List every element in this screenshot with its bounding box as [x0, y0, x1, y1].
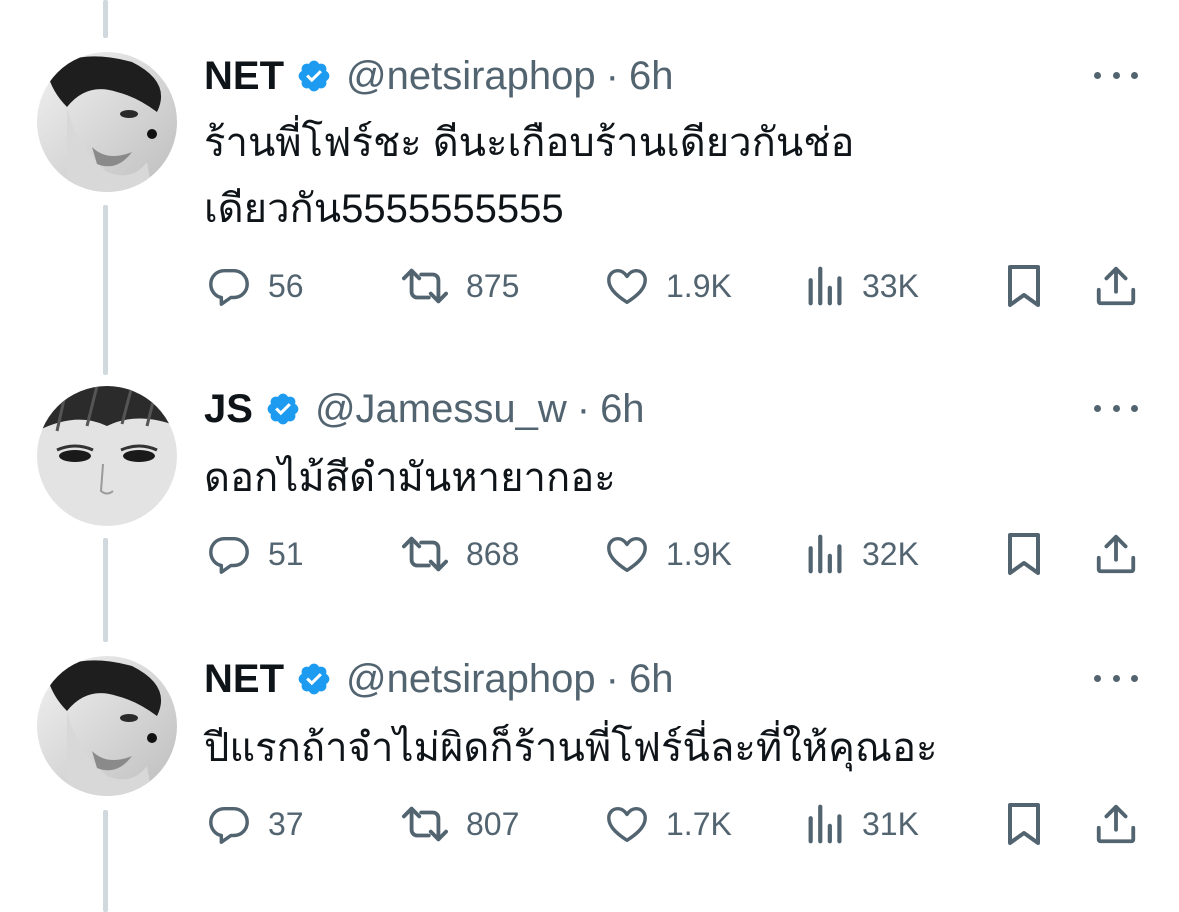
like-button[interactable]: 1.9K	[604, 526, 732, 582]
repost-icon	[400, 531, 450, 577]
avatar[interactable]	[37, 386, 177, 526]
share-icon	[1093, 263, 1139, 309]
bookmark-button[interactable]	[1004, 258, 1044, 314]
repost-icon	[400, 263, 450, 309]
avatar-photo-net	[37, 52, 177, 192]
verified-badge-icon	[265, 391, 301, 427]
views-count: 31K	[862, 805, 919, 842]
views-icon	[806, 531, 846, 577]
more-icon[interactable]	[1094, 62, 1138, 88]
bookmark-icon	[1004, 262, 1044, 310]
like-count: 1.7K	[666, 805, 732, 842]
like-icon	[604, 801, 650, 847]
views-icon	[806, 801, 846, 847]
timestamp[interactable]: 6h	[600, 381, 645, 437]
share-button[interactable]	[1093, 258, 1139, 314]
tweet-1[interactable]: NET @netsiraphop · 6h ร้านพี่โฟร์ชะ ดีนะ…	[0, 48, 1179, 318]
bookmark-button[interactable]	[1004, 526, 1044, 582]
thread-line-top	[103, 0, 108, 38]
reply-button[interactable]: 51	[206, 526, 304, 582]
verified-badge-icon	[296, 661, 332, 697]
separator-dot: ·	[576, 387, 591, 431]
avatar[interactable]	[37, 52, 177, 192]
avatar-photo-js	[37, 386, 177, 526]
views-button[interactable]: 31K	[806, 796, 919, 852]
action-bar: 51 868 1.9K 32K	[0, 526, 1179, 582]
repost-count: 875	[466, 267, 520, 304]
reply-count: 51	[268, 535, 304, 572]
timestamp[interactable]: 6h	[629, 48, 674, 104]
repost-count: 868	[466, 535, 520, 572]
tweet-text-line-1: ดอกไม้สีดำมันหายากอะ	[204, 456, 616, 500]
avatar-photo-net	[37, 656, 177, 796]
tweet-header: NET @netsiraphop · 6h	[204, 651, 673, 707]
tweet-header: JS @Jamessu_w · 6h	[204, 381, 645, 437]
repost-count: 807	[466, 805, 520, 842]
reply-icon	[206, 263, 252, 309]
like-count: 1.9K	[666, 267, 732, 304]
share-icon	[1093, 531, 1139, 577]
display-name[interactable]: NET	[204, 48, 284, 104]
user-handle[interactable]: @netsiraphop	[346, 48, 596, 104]
tweet-header: NET @netsiraphop · 6h	[204, 48, 673, 104]
more-icon[interactable]	[1094, 665, 1138, 691]
views-count: 33K	[862, 267, 919, 304]
tweet-text-line-1: ร้านพี่โฟร์ชะ ดีนะเกือบร้านเดียวกันช่อ	[204, 121, 855, 165]
views-icon	[806, 263, 846, 309]
bookmark-button[interactable]	[1004, 796, 1044, 852]
reply-icon	[206, 531, 252, 577]
repost-button[interactable]: 807	[400, 796, 519, 852]
tweet-text-line-2: เดียวกัน5555555555	[204, 187, 564, 231]
timestamp[interactable]: 6h	[629, 651, 674, 707]
avatar[interactable]	[37, 656, 177, 796]
tweet-2[interactable]: JS @Jamessu_w · 6h ดอกไม้สีดำมันหายากอะ …	[0, 381, 1179, 591]
more-icon[interactable]	[1094, 395, 1138, 421]
repost-button[interactable]: 868	[400, 526, 519, 582]
views-button[interactable]: 32K	[806, 526, 919, 582]
like-icon	[604, 531, 650, 577]
display-name[interactable]: NET	[204, 651, 284, 707]
reply-button[interactable]: 37	[206, 796, 304, 852]
tweet-3[interactable]: NET @netsiraphop · 6h ปีแรกถ้าจำไม่ผิดก็…	[0, 651, 1179, 861]
display-name[interactable]: JS	[204, 381, 253, 437]
views-button[interactable]: 33K	[806, 258, 919, 314]
action-bar: 37 807 1.7K 31K	[0, 796, 1179, 852]
separator-dot: ·	[605, 657, 619, 701]
like-button[interactable]: 1.7K	[604, 796, 732, 852]
views-count: 32K	[862, 535, 919, 572]
share-button[interactable]	[1093, 796, 1139, 852]
like-count: 1.9K	[666, 535, 732, 572]
like-button[interactable]: 1.9K	[604, 258, 732, 314]
share-button[interactable]	[1093, 526, 1139, 582]
tweet-text-line-1: ปีแรกถ้าจำไม่ผิดก็ร้านพี่โฟร์นี่ละที่ให้…	[204, 726, 938, 770]
bookmark-icon	[1004, 530, 1044, 578]
share-icon	[1093, 801, 1139, 847]
verified-badge-icon	[296, 58, 332, 94]
repost-button[interactable]: 875	[400, 258, 519, 314]
reply-count: 56	[268, 267, 304, 304]
like-icon	[604, 263, 650, 309]
user-handle[interactable]: @Jamessu_w	[315, 381, 567, 437]
user-handle[interactable]: @netsiraphop	[346, 651, 596, 707]
bookmark-icon	[1004, 800, 1044, 848]
separator-dot: ·	[605, 54, 619, 98]
reply-button[interactable]: 56	[206, 258, 304, 314]
reply-icon	[206, 801, 252, 847]
action-bar: 56 875 1.9K 33K	[0, 258, 1179, 314]
reply-count: 37	[268, 805, 304, 842]
repost-icon	[400, 801, 450, 847]
